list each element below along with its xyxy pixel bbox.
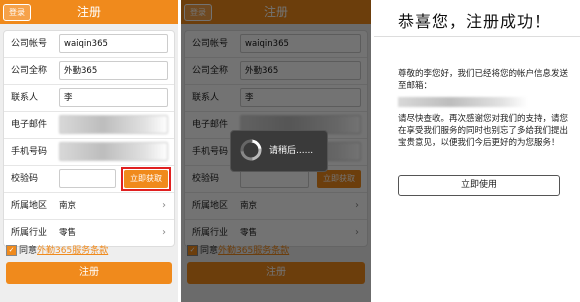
title-divider [374, 36, 580, 37]
company-name-input[interactable]: 外勤365 [59, 61, 168, 80]
industry-row[interactable]: 所属行业 零售 › [4, 220, 174, 246]
code-label: 校验码 [11, 174, 39, 184]
contact-label: 联系人 [11, 93, 39, 103]
company-account-input[interactable]: waiqin365 [59, 34, 168, 53]
success-title: 恭喜您，注册成功！ [398, 12, 552, 31]
email-label: 电子邮件 [11, 120, 48, 130]
region-label: 所属地区 [11, 201, 48, 211]
register-screen: 登录 注册 公司帐号 waiqin365 公司全称 外勤365 联系人 李 电子… [0, 0, 178, 302]
code-row: 校验码 立即获取 [4, 166, 174, 193]
region-value: 南京 [59, 201, 77, 211]
chevron-right-icon: › [162, 200, 166, 211]
loading-dialog: 请稍后...... [230, 130, 328, 172]
agree-checkbox[interactable]: ✓ [6, 245, 17, 256]
company-name-row: 公司全称 外勤365 [4, 58, 174, 85]
header-bar: 登录 注册 [0, 0, 178, 24]
phone-row: 手机号码 [4, 139, 174, 166]
register-button[interactable]: 注册 [6, 262, 172, 284]
chevron-right-icon: › [162, 227, 166, 238]
spinner-icon [240, 139, 262, 161]
industry-value: 零售 [59, 228, 77, 238]
register-form: 公司帐号 waiqin365 公司全称 外勤365 联系人 李 电子邮件 手机号… [3, 30, 175, 247]
region-row[interactable]: 所属地区 南京 › [4, 193, 174, 220]
email-blurred [398, 97, 528, 107]
company-account-label: 公司帐号 [11, 39, 48, 49]
success-message: 尊敬的李您好，我们已经将您的帐户信息发送至邮箱： [398, 69, 569, 91]
email-row: 电子邮件 [4, 112, 174, 139]
phone-input[interactable] [59, 142, 168, 161]
agree-prefix: 同意 [19, 246, 38, 256]
register-loading-screen: 登录 注册 公司帐号 waiqin365 公司全称 外勤365 联系人 李 电子… [181, 0, 371, 302]
phone-label: 手机号码 [11, 147, 48, 157]
use-now-button[interactable]: 立即使用 [398, 175, 560, 196]
highlight-box [121, 167, 171, 191]
code-input[interactable] [59, 169, 116, 188]
success-screen: 恭喜您，注册成功！ 尊敬的李您好，我们已经将您的帐户信息发送至邮箱： 请尽快查收… [374, 0, 580, 302]
loading-text: 请稍后...... [269, 146, 314, 156]
email-input[interactable] [59, 115, 168, 134]
company-name-label: 公司全称 [11, 66, 48, 76]
agree-row: ✓同意外勤365服务条款 [6, 244, 108, 258]
contact-row: 联系人 李 [4, 85, 174, 112]
industry-label: 所属行业 [11, 228, 48, 238]
contact-input[interactable]: 李 [59, 88, 168, 107]
terms-link[interactable]: 外勤365服务条款 [37, 246, 108, 256]
page-title: 注册 [76, 5, 101, 19]
thanks-message: 请尽快查收。再次感谢您对我们的支持，请您在享受我们服务的同时也别忘了多给我们提出… [398, 114, 569, 148]
company-account-row: 公司帐号 waiqin365 [4, 31, 174, 58]
